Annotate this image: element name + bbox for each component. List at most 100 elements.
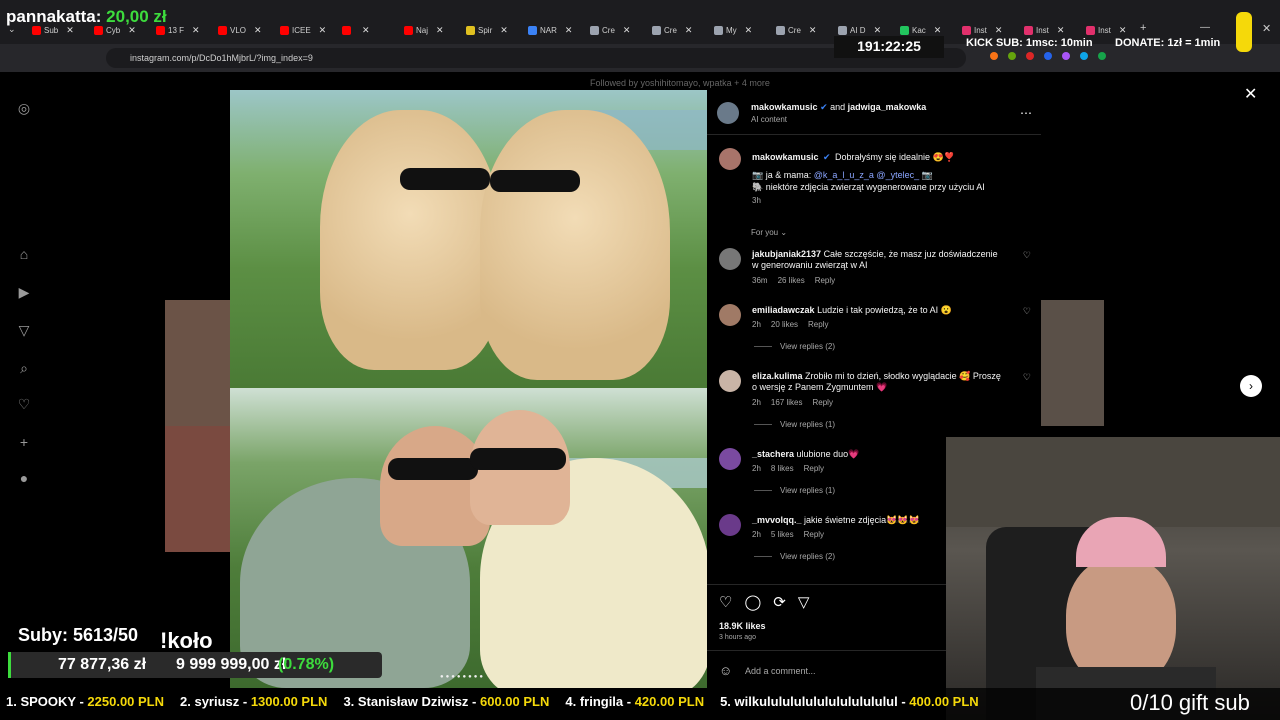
comment-username[interactable]: _mvvolqq._	[752, 515, 802, 525]
minimize-icon[interactable]: —	[1200, 22, 1210, 33]
author-username[interactable]: makowkamusic	[751, 102, 818, 112]
instagram-icon[interactable]: ◎	[14, 100, 34, 120]
comment-avatar[interactable]	[719, 304, 741, 326]
post-header: makowkamusic ✔ and jadwiga_makowka	[751, 102, 926, 113]
close-icon[interactable]: ✕	[1244, 84, 1257, 104]
close-tab-icon[interactable]: ✕	[362, 25, 370, 36]
comment-avatar[interactable]	[719, 514, 741, 536]
close-window-icon[interactable]: ✕	[1262, 22, 1271, 35]
close-tab-icon[interactable]: ✕	[319, 25, 327, 36]
close-tab-icon[interactable]: ✕	[1057, 25, 1065, 36]
share-icon[interactable]: ▽	[798, 593, 810, 611]
comment-username[interactable]: eliza.kulima	[752, 371, 803, 381]
browser-tab[interactable]: Inst ✕	[1024, 22, 1064, 38]
comment-likes[interactable]: 167 likes	[771, 398, 803, 407]
browser-tab[interactable]: NAR ✕	[528, 22, 572, 38]
close-tab-icon[interactable]: ✕	[565, 25, 573, 36]
heart-icon[interactable]: ♡	[14, 396, 34, 416]
extension-icon[interactable]	[1098, 52, 1106, 60]
close-tab-icon[interactable]: ✕	[874, 25, 882, 36]
women-photo	[230, 388, 707, 688]
reels-icon[interactable]: ▶	[14, 284, 34, 304]
repost-icon[interactable]: ⟳	[773, 593, 786, 611]
extension-icon[interactable]	[1044, 52, 1052, 60]
close-tab-icon[interactable]: ✕	[745, 25, 753, 36]
comment-avatar[interactable]	[719, 248, 741, 270]
extension-icon[interactable]	[1008, 52, 1016, 60]
search-icon[interactable]: ⌕	[14, 360, 34, 380]
comment-body: jakubjaniak2137 Całe szczęście, że masz …	[752, 249, 1002, 271]
browser-tab[interactable]: ✕	[342, 22, 370, 38]
caption: makowkamusic ✔ Dobrałyśmy się idealnie 😍…	[752, 150, 1032, 207]
browser-tab[interactable]: Naj ✕	[404, 22, 444, 38]
close-tab-icon[interactable]: ✕	[685, 25, 693, 36]
caption-mentions[interactable]: @k_a_l_u_z_a @_ytelec_	[814, 170, 919, 180]
comment-likes[interactable]: 20 likes	[771, 320, 798, 329]
close-tab-icon[interactable]: ✕	[809, 25, 817, 36]
profile-icon[interactable]: ●	[14, 470, 34, 490]
browser-tab[interactable]: Inst ✕	[962, 22, 1002, 38]
browser-tab[interactable]: Cre ✕	[776, 22, 816, 38]
browser-tab[interactable]: ICEE ✕	[280, 22, 326, 38]
extension-icon[interactable]	[1062, 52, 1070, 60]
add-comment-input[interactable]: Add a comment...	[745, 666, 816, 676]
browser-tab[interactable]: Cre ✕	[590, 22, 630, 38]
comment-username[interactable]: _stachera	[752, 449, 794, 459]
leaderboard-rank: 3. Stanisław Dziwisz -	[343, 694, 480, 709]
close-tab-icon[interactable]: ✕	[623, 25, 631, 36]
comment-likes[interactable]: 8 likes	[771, 464, 794, 473]
reply-button[interactable]: Reply	[812, 398, 832, 407]
comment-avatar[interactable]	[719, 370, 741, 392]
emoji-icon[interactable]: ☺	[719, 663, 732, 678]
view-replies-button[interactable]: View replies (2)	[754, 552, 835, 561]
likes-count[interactable]: 18.9K likes	[719, 621, 766, 631]
more-icon[interactable]: ⋯	[1020, 106, 1032, 120]
create-icon[interactable]: +	[14, 434, 34, 454]
comment-likes[interactable]: 5 likes	[771, 530, 794, 539]
browser-tab[interactable]: Cre ✕	[652, 22, 692, 38]
browser-tab[interactable]: VLO ✕	[218, 22, 262, 38]
for-you-dropdown[interactable]: For you ⌄	[751, 228, 787, 237]
close-tab-icon[interactable]: ✕	[192, 25, 200, 36]
like-icon[interactable]: ♡	[719, 593, 732, 611]
browser-tab[interactable]: Spir ✕	[466, 22, 508, 38]
new-tab-icon[interactable]: +	[1140, 22, 1146, 34]
caption-avatar[interactable]	[719, 148, 741, 170]
comment-meta: 2h 8 likes Reply	[752, 464, 824, 473]
author-avatar[interactable]	[717, 102, 739, 124]
extension-icon[interactable]	[1026, 52, 1034, 60]
comment-like-icon[interactable]: ♡	[1023, 250, 1031, 261]
reply-button[interactable]: Reply	[815, 276, 835, 285]
caption-username[interactable]: makowkamusic	[752, 152, 819, 162]
close-tab-icon[interactable]: ✕	[436, 25, 444, 36]
comment-likes[interactable]: 26 likes	[778, 276, 805, 285]
close-tab-icon[interactable]: ✕	[1119, 25, 1127, 36]
close-tab-icon[interactable]: ✕	[995, 25, 1003, 36]
close-tab-icon[interactable]: ✕	[254, 25, 262, 36]
coauthor-username[interactable]: jadwiga_makowka	[848, 102, 927, 112]
comment-username[interactable]: jakubjaniak2137	[752, 249, 821, 259]
browser-tab[interactable]: Inst ✕	[1086, 22, 1126, 38]
home-icon[interactable]: ⌂	[14, 246, 34, 266]
comment-like-icon[interactable]: ♡	[1023, 372, 1031, 383]
comment-username[interactable]: emiliadawczak	[752, 305, 815, 315]
alpaca-photo	[230, 90, 707, 388]
comment-like-icon[interactable]: ♡	[1023, 306, 1031, 317]
extension-icon[interactable]	[990, 52, 998, 60]
browser-tab[interactable]: My ✕	[714, 22, 752, 38]
extension-icon[interactable]	[1080, 52, 1088, 60]
comment-meta: 36m 26 likes Reply	[752, 276, 835, 285]
view-replies-button[interactable]: View replies (1)	[754, 420, 835, 429]
messages-icon[interactable]: ▽	[14, 322, 34, 342]
comment-avatar[interactable]	[719, 448, 741, 470]
reply-button[interactable]: Reply	[804, 530, 824, 539]
close-tab-icon[interactable]: ✕	[500, 25, 508, 36]
reply-button[interactable]: Reply	[804, 464, 824, 473]
next-arrow-icon[interactable]: ›	[1240, 375, 1262, 397]
comment-icon[interactable]: ◯	[744, 593, 761, 611]
ai-content-label[interactable]: AI content	[751, 115, 787, 124]
view-replies-button[interactable]: View replies (1)	[754, 486, 835, 495]
reply-button[interactable]: Reply	[808, 320, 828, 329]
close-tab-icon[interactable]: ✕	[934, 25, 942, 36]
view-replies-button[interactable]: View replies (2)	[754, 342, 835, 351]
